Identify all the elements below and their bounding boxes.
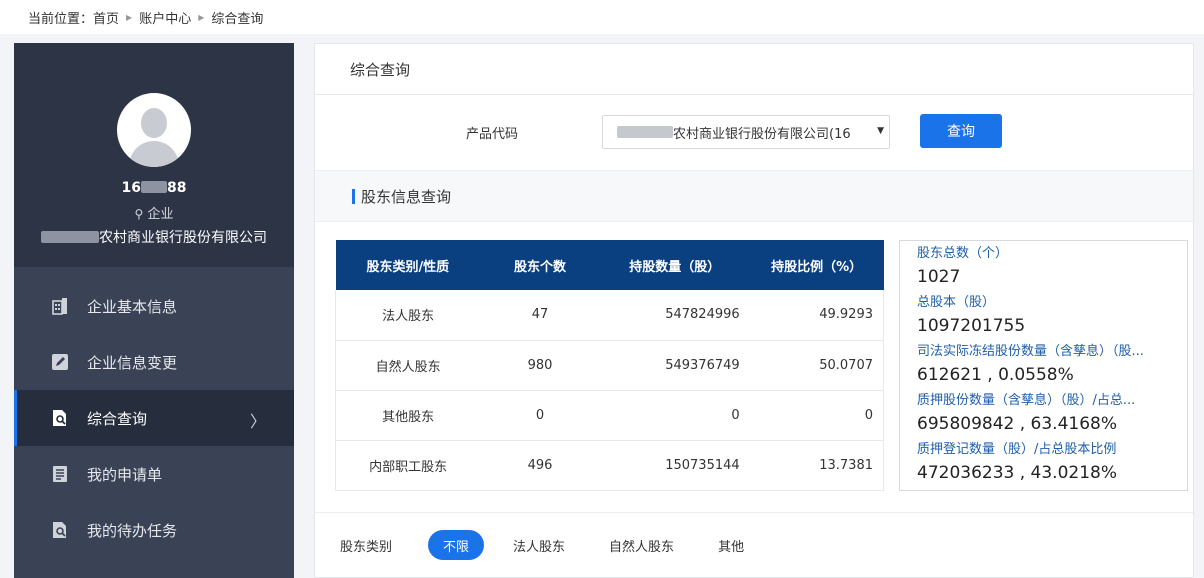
table-cell: 法人股东 [335, 290, 481, 341]
section-title: 股东信息查询 [361, 187, 452, 206]
building-icon [50, 296, 70, 316]
column-header: 股东个数 [480, 240, 600, 290]
table-cell: 549376749 [599, 340, 750, 391]
dropdown-caret-icon: ▼ [874, 126, 884, 136]
list-doc-icon [50, 464, 70, 484]
filter-chip-individual[interactable]: 自然人股东 [594, 530, 689, 560]
summary-label: 司法实际冻结股份数量（含孳息）（股... [917, 344, 1144, 359]
task-doc-icon [50, 520, 70, 540]
table-row: 内部职工股东 496 150735144 13.7381 [335, 440, 884, 491]
chevron-right-icon: ▶ [126, 12, 133, 22]
masked-text [141, 181, 167, 193]
summary-label: 股东总数（个） [917, 246, 1009, 261]
sidebar-item-label: 我的申请单 [87, 465, 163, 484]
sidebar-item-label: 企业信息变更 [87, 353, 178, 372]
table-cell: 其他股东 [335, 390, 481, 441]
avatar [117, 93, 191, 167]
breadcrumb: 当前位置： 首页 ▶ 账户中心 ▶ 综合查询 [0, 0, 1204, 34]
summary-value: 695809842 , 63.4168% [917, 414, 1118, 434]
product-code-select[interactable]: 农村商业银行股份有限公司(16 ▼ [602, 115, 890, 149]
sidebar-item-label: 我的待办任务 [87, 521, 178, 540]
filter-chip-other[interactable]: 其他 [703, 530, 759, 560]
profile-card: 16 88 ⚲ 企业 农村商业银行股份有限公司 [14, 43, 294, 267]
table-header-row: 股东类别/性质 股东个数 持股数量（股） 持股比例（%） [335, 240, 884, 290]
sidebar-item-label: 综合查询 [87, 409, 148, 428]
user-id: 16 88 [121, 180, 187, 196]
summary-label: 质押股份数量（含孳息）（股）/占总... [917, 393, 1136, 408]
table-cell: 980 [480, 340, 600, 391]
search-doc-icon [50, 408, 70, 428]
table-cell: 13.7381 [749, 440, 884, 491]
page-title: 综合查询 [315, 44, 1193, 95]
summary-label: 质押登记数量（股）/占总股本比例 [917, 442, 1117, 457]
table-cell: 自然人股东 [335, 340, 481, 391]
query-form: 产品代码 农村商业银行股份有限公司(16 ▼ 查询 [315, 95, 1193, 170]
masked-text [617, 126, 673, 138]
table-cell: 47 [480, 290, 600, 341]
sidebar-item-basic-info[interactable]: 企业基本信息 [14, 278, 294, 334]
section-accent-bar [352, 188, 355, 204]
chevron-right-icon: ▶ [198, 12, 205, 22]
breadcrumb-prefix: 当前位置： [28, 11, 94, 27]
shareholder-table: 股东类别/性质 股东个数 持股数量（股） 持股比例（%） 法人股东 47 547… [335, 240, 884, 491]
table-cell: 50.0707 [749, 340, 884, 391]
sidebar-item-my-applications[interactable]: 我的申请单 [14, 446, 294, 502]
chevron-right-icon: 〉 [249, 412, 266, 431]
product-code-label: 产品代码 [466, 127, 519, 142]
sidebar-item-label: 企业基本信息 [87, 297, 178, 316]
sidebar-item-my-tasks[interactable]: 我的待办任务 [14, 502, 294, 558]
sidebar: 16 88 ⚲ 企业 农村商业银行股份有限公司 企业基本信息 企业信息变更 综合查… [14, 43, 294, 578]
table-cell: 0 [749, 390, 884, 441]
summary-value: 612621 , 0.0558% [917, 365, 1074, 385]
org-name: 农村商业银行股份有限公司 [14, 227, 294, 247]
breadcrumb-home[interactable]: 首页 [93, 8, 119, 27]
filter-chip-corporate[interactable]: 法人股东 [498, 530, 580, 560]
table-cell: 0 [599, 390, 750, 441]
user-role: ⚲ 企业 [134, 207, 174, 222]
table-cell: 0 [480, 390, 600, 441]
summary-value: 1027 [917, 267, 961, 287]
column-header: 持股比例（%） [749, 240, 884, 290]
masked-text [41, 231, 99, 243]
sidebar-item-query[interactable]: 综合查询 〉 [14, 390, 294, 446]
table-row: 法人股东 47 547824996 49.9293 [335, 290, 884, 341]
query-button[interactable]: 查询 [920, 114, 1002, 148]
filter-chip-all[interactable]: 不限 [428, 530, 485, 560]
table-cell: 547824996 [599, 290, 750, 341]
edit-icon [50, 352, 70, 372]
user-icon: ⚲ [134, 207, 144, 221]
table-row: 其他股东 0 0 0 [335, 390, 884, 441]
summary-label: 总股本（股） [917, 295, 996, 310]
table-cell: 496 [480, 440, 600, 491]
column-header: 股东类别/性质 [335, 240, 481, 290]
table-cell: 内部职工股东 [335, 440, 481, 491]
column-header: 持股数量（股） [599, 240, 750, 290]
summary-value: 1097201755 [917, 316, 1026, 336]
shareholder-type-filter: 股东类别 不限 法人股东 自然人股东 其他 [315, 512, 1193, 577]
summary-card: 股东总数（个） 1027 总股本（股） 1097201755 司法实际冻结股份数… [899, 240, 1188, 491]
table-cell: 49.9293 [749, 290, 884, 341]
sidebar-item-info-change[interactable]: 企业信息变更 [14, 334, 294, 390]
breadcrumb-current: 综合查询 [211, 11, 264, 27]
breadcrumb-account[interactable]: 账户中心 [139, 8, 191, 27]
section-header: 股东信息查询 [315, 170, 1193, 222]
summary-value: 472036233 , 43.0218% [917, 463, 1118, 483]
main-panel: 综合查询 产品代码 农村商业银行股份有限公司(16 ▼ 查询 股东信息查询 股东… [314, 43, 1194, 578]
filter-label: 股东类别 [340, 539, 393, 555]
table-cell: 150735144 [599, 440, 750, 491]
table-row: 自然人股东 980 549376749 50.0707 [335, 340, 884, 391]
